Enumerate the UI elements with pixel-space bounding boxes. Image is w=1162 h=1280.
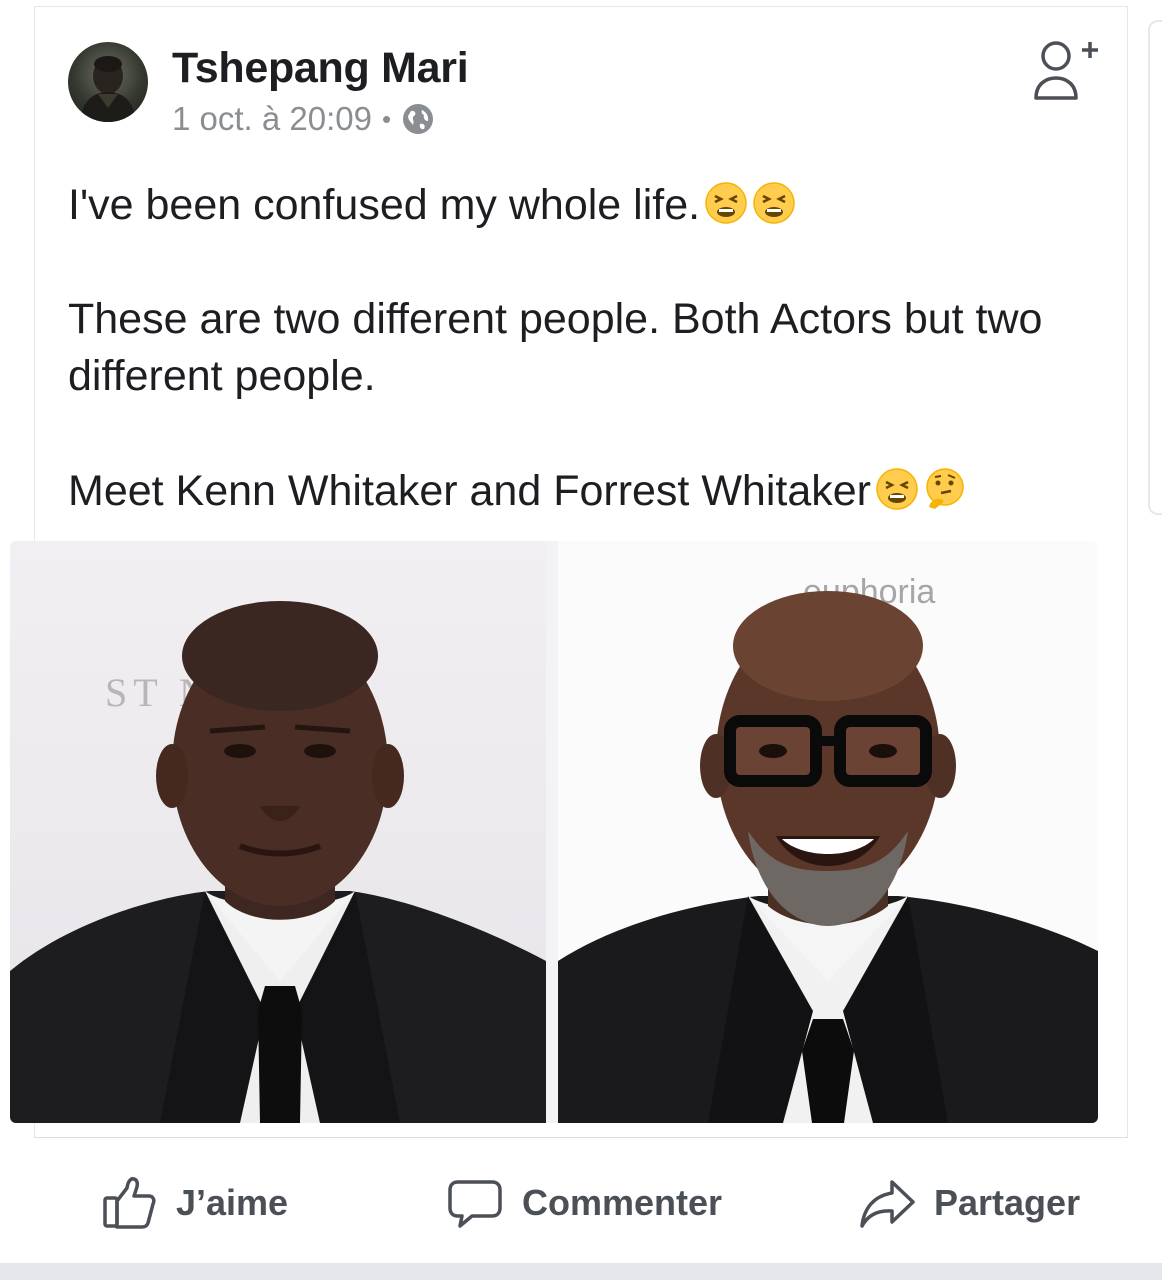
tired-face-emoji <box>876 468 918 510</box>
like-label: J’aime <box>176 1182 289 1223</box>
comment-icon <box>448 1180 502 1228</box>
comment-label: Commenter <box>522 1182 723 1223</box>
post-text-line3: Meet Kenn Whitaker and Forrest Whitaker <box>68 463 967 520</box>
post-meta: 1 oct. à 20:09 • <box>172 100 435 138</box>
feed-separator <box>0 1263 1162 1280</box>
globe-icon <box>403 104 434 134</box>
thinking-face-emoji <box>926 468 964 509</box>
post-text-line1: I've been confused my whole life. <box>68 177 796 234</box>
photo-left-portrait: ST ND <box>10 541 546 1123</box>
meta-separator: • <box>381 103 392 134</box>
tired-face-emoji <box>753 182 795 224</box>
adjacent-card-edge <box>1148 20 1162 515</box>
tired-face-emoji <box>705 182 747 224</box>
post-photo[interactable]: ST ND euphoria <box>10 541 1098 1123</box>
author-name[interactable]: Tshepang Mari <box>172 44 469 93</box>
share-label: Partager <box>934 1182 1081 1223</box>
post-text-line2: These are two different people. Both Act… <box>68 295 1055 400</box>
share-button[interactable]: Partager <box>858 1174 1080 1232</box>
add-friend-icon[interactable] <box>1030 36 1102 104</box>
avatar[interactable] <box>68 42 148 122</box>
action-bar: J’aime Commenter Partager <box>0 1150 1162 1250</box>
like-button[interactable]: J’aime <box>100 1174 288 1232</box>
thumbs-up-icon <box>103 1177 156 1229</box>
post-text-line3-content: Meet Kenn Whitaker and Forrest Whitaker <box>68 467 871 515</box>
post-text-line1-content: I've been confused my whole life. <box>68 181 701 229</box>
photo-right-portrait: euphoria <box>558 541 1098 1123</box>
post-timestamp[interactable]: 1 oct. à 20:09 <box>172 100 372 138</box>
comment-button[interactable]: Commenter <box>446 1174 722 1232</box>
share-arrow-icon <box>860 1180 915 1228</box>
